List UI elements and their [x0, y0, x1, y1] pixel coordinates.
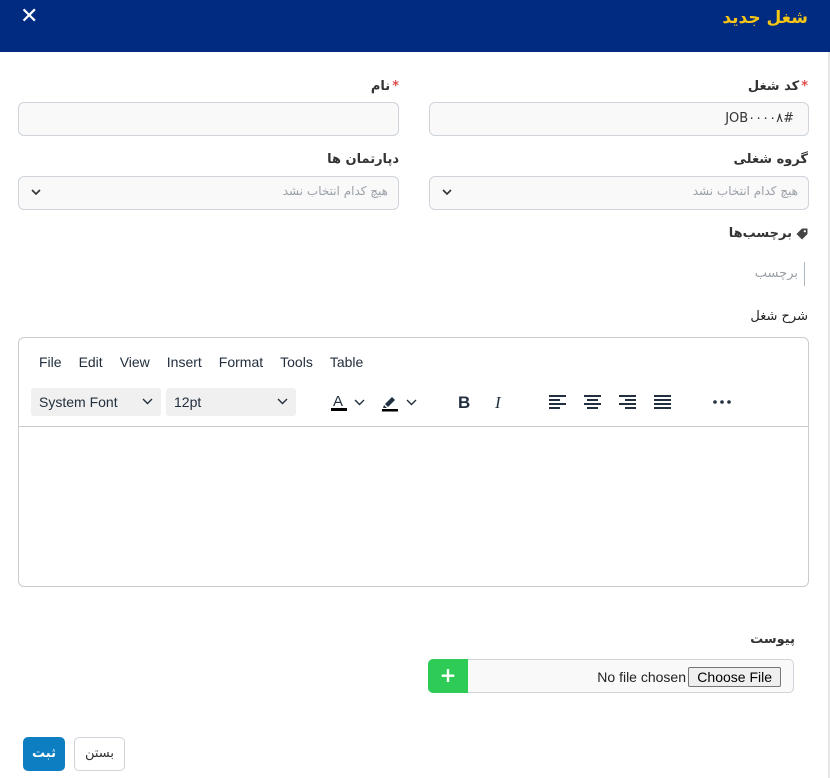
department-label: دپارتمان ها — [327, 152, 399, 167]
italic-icon[interactable]: I — [485, 390, 513, 414]
submit-button[interactable]: ثبت — [23, 737, 65, 771]
align-justify-icon[interactable] — [649, 390, 677, 414]
modal-header: شغل جدید ✕ — [0, 0, 830, 52]
job-group-label: گروه شغلی — [733, 152, 808, 167]
editor-menubar: File Edit View Insert Format Tools Table — [39, 354, 380, 370]
tags-label: برچسب‌ها — [729, 226, 808, 241]
tag-icon — [796, 228, 808, 239]
description-label: شرح شغل — [750, 309, 808, 324]
job-code-input[interactable]: #JOB٠٠٠٠٨ — [429, 102, 809, 136]
font-size-select[interactable]: 12pt — [166, 388, 296, 416]
job-group-placeholder: هیچ کدام انتخاب نشد — [692, 184, 798, 198]
add-file-button[interactable]: + — [428, 659, 468, 693]
file-upload-group: + No file chosen Choose File — [428, 659, 794, 693]
required-mark: * — [801, 79, 808, 94]
modal-title: شغل جدید — [722, 8, 808, 28]
required-mark: * — [392, 79, 399, 94]
department-placeholder: هیچ کدام انتخاب نشد — [282, 184, 388, 198]
more-icon[interactable] — [708, 390, 736, 414]
attachment-label: پیوست — [750, 632, 795, 647]
choose-file-button[interactable]: Choose File — [688, 667, 781, 687]
align-left-icon[interactable] — [544, 390, 572, 414]
bold-icon[interactable]: B — [450, 390, 478, 414]
chevron-down-icon — [277, 398, 288, 405]
chevron-down-icon — [31, 189, 41, 196]
align-center-icon[interactable] — [579, 390, 607, 414]
close-icon[interactable]: ✕ — [20, 4, 38, 29]
font-family-select[interactable]: System Font — [31, 388, 161, 416]
menu-table[interactable]: Table — [330, 354, 363, 370]
chevron-down-icon — [442, 189, 452, 196]
svg-text:A: A — [333, 393, 343, 410]
close-button[interactable]: بستن — [74, 737, 125, 771]
name-label: *نام — [370, 79, 399, 94]
chevron-down-icon — [142, 398, 153, 405]
menu-edit[interactable]: Edit — [79, 354, 103, 370]
rich-text-editor: File Edit View Insert Format Tools Table… — [18, 337, 809, 587]
menu-insert[interactable]: Insert — [167, 354, 202, 370]
job-group-select[interactable]: هیچ کدام انتخاب نشد — [429, 176, 809, 210]
no-file-text: No file chosen — [597, 669, 686, 685]
department-select[interactable]: هیچ کدام انتخاب نشد — [18, 176, 399, 210]
align-right-icon[interactable] — [614, 390, 642, 414]
menu-file[interactable]: File — [39, 354, 62, 370]
job-code-label: *کد شغل — [747, 79, 808, 94]
highlight-color-icon[interactable] — [376, 390, 404, 414]
tags-input[interactable]: برچسب — [745, 262, 805, 286]
svg-text:B: B — [458, 393, 470, 411]
chevron-down-icon[interactable] — [401, 390, 421, 414]
svg-text:I: I — [494, 393, 502, 411]
chevron-down-icon[interactable] — [349, 390, 369, 414]
name-input[interactable] — [18, 102, 399, 136]
file-input[interactable]: No file chosen Choose File — [468, 659, 794, 693]
menu-format[interactable]: Format — [219, 354, 263, 370]
editor-content-area[interactable] — [19, 427, 808, 586]
menu-tools[interactable]: Tools — [280, 354, 313, 370]
menu-view[interactable]: View — [120, 354, 150, 370]
